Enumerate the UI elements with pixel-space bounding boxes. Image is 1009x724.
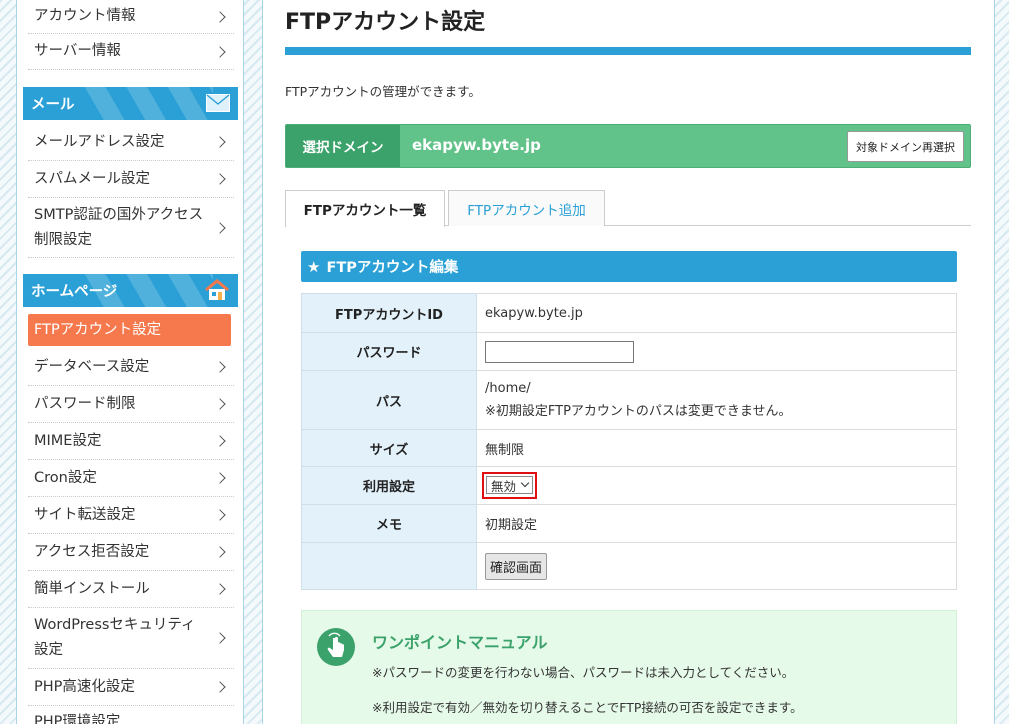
sidebar-item-label: アクセス拒否設定 bbox=[34, 543, 150, 560]
form-row-usage: 利用設定 無効 bbox=[301, 466, 957, 505]
chevron-right-icon bbox=[214, 173, 226, 185]
chevron-right-icon bbox=[214, 472, 226, 484]
domain-label: 選択ドメイン bbox=[286, 125, 400, 167]
chevron-right-icon bbox=[214, 632, 226, 644]
chevron-right-icon bbox=[214, 509, 226, 521]
tip-line: ※パスワードの変更を行わない場合、パスワードは未入力としてください。 bbox=[372, 665, 795, 680]
sidebar-item-label: Cron設定 bbox=[34, 469, 97, 486]
chevron-right-icon bbox=[214, 10, 226, 23]
edit-section-title: FTPアカウント編集 bbox=[326, 260, 459, 276]
ftp-id-value: ekapyw.byte.jp bbox=[476, 293, 957, 333]
form-row-size: サイズ 無制限 bbox=[301, 429, 957, 467]
sidebar-section-mail: メール bbox=[23, 87, 238, 120]
chevron-right-icon bbox=[214, 361, 226, 373]
form-row-actions: 確認画面 bbox=[301, 542, 957, 590]
sidebar-item-label: データベース設定 bbox=[34, 358, 150, 375]
chevron-right-icon bbox=[214, 546, 226, 558]
page-description: FTPアカウントの管理ができます。 bbox=[285, 84, 481, 99]
memo-value: 初期設定 bbox=[476, 504, 957, 543]
sidebar-item-label: サーバー情報 bbox=[34, 43, 121, 59]
page-title: FTPアカウント設定 bbox=[285, 10, 486, 35]
tip-line: ※利用設定で有効／無効を切り替えることでFTP接続の可否を設定できます。 bbox=[372, 700, 803, 715]
usage-select[interactable]: 無効 bbox=[486, 476, 534, 495]
sidebar-item-label: パスワード制限 bbox=[34, 395, 136, 412]
chevron-right-icon bbox=[214, 681, 226, 693]
hand-pointer-icon bbox=[317, 628, 355, 666]
sidebar: アカウント情報 サーバー情報 メール メールアドレス設定 スパムメール設定 SM… bbox=[16, 0, 244, 724]
one-point-manual: ワンポイントマニュアル ※パスワードの変更を行わない場合、パスワードは未入力とし… bbox=[301, 610, 957, 724]
sidebar-item-php-environment[interactable]: PHP環境設定 bbox=[28, 706, 234, 724]
tab-ftp-account-list[interactable]: FTPアカウント一覧 bbox=[285, 190, 445, 227]
form-row-memo: メモ 初期設定 bbox=[301, 504, 957, 543]
field-label: パスワード bbox=[301, 332, 477, 371]
sidebar-item-label: FTPアカウント設定 bbox=[34, 321, 162, 338]
field-label: メモ bbox=[301, 504, 477, 543]
domain-value: ekapyw.byte.jp bbox=[412, 136, 541, 154]
sidebar-item-label: SMTP認証の国外アクセス制限設定 bbox=[34, 206, 204, 248]
field-label: サイズ bbox=[301, 429, 477, 467]
sidebar-item-wordpress-security[interactable]: WordPressセキュリティ設定 bbox=[28, 608, 234, 669]
sidebar-section-homepage: ホームページ bbox=[23, 274, 238, 307]
chevron-right-icon bbox=[214, 583, 226, 595]
field-label: FTPアカウントID bbox=[301, 293, 477, 333]
domain-bar: 選択ドメイン ekapyw.byte.jp 対象ドメイン再選択 bbox=[285, 124, 971, 168]
sidebar-item-account-info[interactable]: アカウント情報 bbox=[28, 0, 234, 34]
sidebar-item-password-restriction[interactable]: パスワード制限 bbox=[28, 386, 234, 423]
form-row-path: パス /home/ ※初期設定FTPアカウントのパスは変更できません。 bbox=[301, 370, 957, 430]
chevron-down-icon bbox=[520, 479, 530, 488]
path-value: /home/ bbox=[485, 381, 531, 396]
confirm-button[interactable]: 確認画面 bbox=[485, 552, 548, 580]
sidebar-item-label: WordPressセキュリティ設定 bbox=[34, 617, 196, 658]
sidebar-item-mime[interactable]: MIME設定 bbox=[28, 423, 234, 460]
sidebar-item-label: スパムメール設定 bbox=[34, 170, 150, 187]
sidebar-item-label: 簡単インストール bbox=[34, 580, 150, 597]
chevron-right-icon bbox=[214, 45, 226, 58]
sidebar-item-label: PHP高速化設定 bbox=[34, 678, 135, 695]
sidebar-item-mail-address[interactable]: メールアドレス設定 bbox=[28, 124, 234, 161]
section-title: ホームページ bbox=[31, 284, 118, 300]
sidebar-item-label: アカウント情報 bbox=[34, 8, 136, 24]
sidebar-item-label: メールアドレス設定 bbox=[34, 133, 165, 150]
path-note: ※初期設定FTPアカウントのパスは変更できません。 bbox=[485, 404, 792, 419]
usage-select-value: 無効 bbox=[491, 478, 517, 494]
sidebar-item-label: PHP環境設定 bbox=[34, 714, 121, 724]
title-underline bbox=[285, 47, 971, 55]
sidebar-item-php-acceleration[interactable]: PHP高速化設定 bbox=[28, 669, 234, 706]
size-value: 無制限 bbox=[476, 429, 957, 467]
field-label: パス bbox=[301, 370, 477, 430]
sidebar-item-smtp-restriction[interactable]: SMTP認証の国外アクセス制限設定 bbox=[28, 198, 234, 258]
sidebar-item-ftp-account[interactable]: FTPアカウント設定 bbox=[28, 314, 231, 346]
sidebar-item-label: サイト転送設定 bbox=[34, 506, 136, 523]
sidebar-item-easy-install[interactable]: 簡単インストール bbox=[28, 571, 234, 608]
edit-section-header: ★ FTPアカウント編集 bbox=[301, 251, 957, 282]
sidebar-item-access-deny[interactable]: アクセス拒否設定 bbox=[28, 534, 234, 571]
tab-ftp-account-add[interactable]: FTPアカウント追加 bbox=[448, 190, 605, 226]
chevron-right-icon bbox=[214, 221, 226, 234]
house-icon bbox=[205, 279, 229, 300]
star-icon: ★ bbox=[307, 257, 321, 276]
chevron-right-icon bbox=[214, 136, 226, 148]
sidebar-item-database[interactable]: データベース設定 bbox=[28, 349, 234, 386]
form-row-ftp-id: FTPアカウントID ekapyw.byte.jp bbox=[301, 293, 957, 333]
sidebar-item-cron[interactable]: Cron設定 bbox=[28, 460, 234, 497]
form-row-password: パスワード bbox=[301, 332, 957, 371]
usage-select-highlight: 無効 bbox=[482, 472, 538, 499]
ftp-edit-form: FTPアカウントID ekapyw.byte.jp パスワード パス /home… bbox=[301, 293, 957, 590]
chevron-right-icon bbox=[214, 435, 226, 447]
sidebar-item-spam-mail[interactable]: スパムメール設定 bbox=[28, 161, 234, 198]
sidebar-item-server-info[interactable]: サーバー情報 bbox=[28, 34, 234, 70]
password-input[interactable] bbox=[485, 340, 634, 363]
chevron-right-icon bbox=[214, 398, 226, 410]
sidebar-item-site-redirect[interactable]: サイト転送設定 bbox=[28, 497, 234, 534]
sidebar-item-label: MIME設定 bbox=[34, 432, 102, 449]
field-label: 利用設定 bbox=[301, 466, 477, 505]
tab-bar: FTPアカウント一覧 FTPアカウント追加 bbox=[285, 190, 971, 227]
envelope-icon bbox=[206, 94, 230, 112]
tip-title: ワンポイントマニュアル bbox=[372, 633, 548, 652]
section-title: メール bbox=[31, 97, 75, 113]
main-content: FTPアカウント設定 FTPアカウントの管理ができます。 選択ドメイン ekap… bbox=[262, 0, 995, 724]
reselect-domain-button[interactable]: 対象ドメイン再選択 bbox=[847, 131, 964, 162]
